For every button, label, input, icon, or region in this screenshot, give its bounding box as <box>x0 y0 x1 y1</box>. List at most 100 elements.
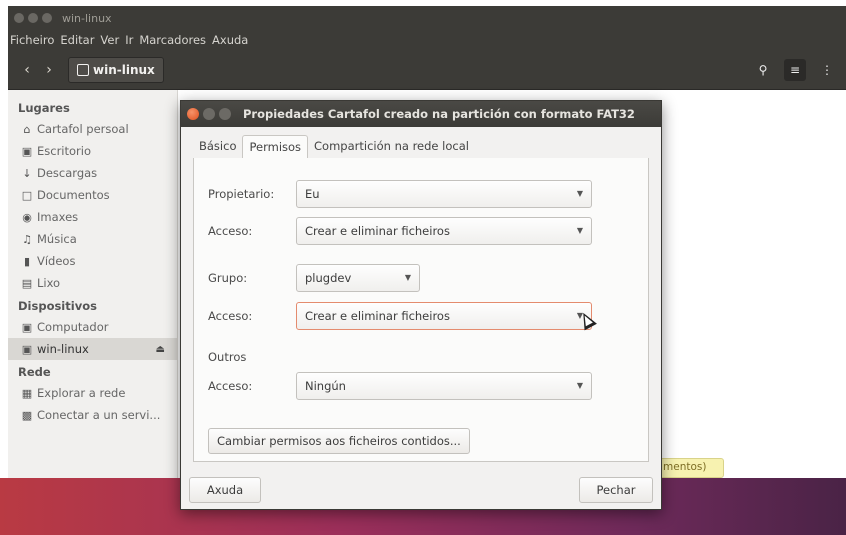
video-icon: ▮ <box>23 254 31 268</box>
menu-file[interactable]: Ficheiro <box>10 33 54 47</box>
sidebar-item-browse-network[interactable]: ▦ Explorar a rede <box>8 382 177 404</box>
sidebar-item-label: Música <box>37 232 77 246</box>
tab-permissions[interactable]: Permisos <box>242 135 309 160</box>
owner-select[interactable]: Eu ▼ <box>296 180 592 208</box>
group-access-value: Crear e eliminar ficheiros <box>305 309 450 323</box>
sidebar-item-home[interactable]: ⌂ Cartafol persoal <box>8 118 177 140</box>
status-bar-fragment: mentos) <box>658 458 724 478</box>
owner-access-select[interactable]: Crear e eliminar ficheiros ▼ <box>296 217 592 245</box>
document-icon: □ <box>21 188 33 202</box>
sidebar-header-network: Rede <box>18 365 51 379</box>
sidebar-item-computer[interactable]: ▣ Computador <box>8 316 177 338</box>
window-titlebar: win-linux <box>8 6 846 30</box>
others-access-label: Acceso: <box>208 379 253 393</box>
chevron-down-icon: ▼ <box>576 381 583 390</box>
sidebar-item-label: Vídeos <box>37 254 76 268</box>
sidebar-item-trash[interactable]: ▤ Lixo <box>8 272 177 294</box>
others-label: Outros <box>208 350 247 364</box>
music-icon: ♫ <box>22 232 32 246</box>
properties-dialog: Propiedades Cartafol creado na partición… <box>180 100 662 510</box>
group-select[interactable]: plugdev ▼ <box>296 264 420 292</box>
sidebar-item-music[interactable]: ♫ Música <box>8 228 177 250</box>
menu-go[interactable]: Ir <box>125 33 133 47</box>
tab-basic[interactable]: Básico <box>193 135 242 159</box>
permissions-panel: Propietario: Eu ▼ Acceso: Crear e elimin… <box>193 158 649 462</box>
sidebar-item-label: Computador <box>37 320 109 334</box>
sidebar-item-label: win-linux <box>37 342 89 356</box>
sidebar-item-videos[interactable]: ▮ Vídeos <box>8 250 177 272</box>
drive-icon: ▣ <box>21 342 33 356</box>
grid-view-icon[interactable]: ⋮ <box>816 59 838 81</box>
sidebar-item-label: Conectar a un servi... <box>37 408 161 422</box>
list-view-icon[interactable]: ≡ <box>784 58 806 81</box>
owner-row: Propietario: Eu ▼ <box>208 180 592 208</box>
dialog-title: Propiedades Cartafol creado na partición… <box>243 107 635 121</box>
menu-bar: Ficheiro Editar Ver Ir Marcadores Axuda <box>8 30 846 50</box>
owner-label: Propietario: <box>208 187 275 201</box>
sidebar: Lugares ⌂ Cartafol persoal ▣ Escritorio ↓ D… <box>8 90 178 478</box>
path-label: win-linux <box>93 62 155 77</box>
menu-edit[interactable]: Editar <box>60 33 94 47</box>
chevron-down-icon: ▼ <box>576 226 583 235</box>
menu-view[interactable]: Ver <box>100 33 119 47</box>
group-value: plugdev <box>305 271 352 285</box>
help-button[interactable]: Axuda <box>189 477 261 503</box>
group-row: Grupo: plugdev ▼ <box>208 264 420 292</box>
owner-access-label: Acceso: <box>208 224 253 238</box>
sidebar-item-label: Lixo <box>37 276 61 290</box>
eject-icon[interactable]: ⏏ <box>156 344 165 355</box>
network-icon: ▦ <box>21 386 33 400</box>
forward-button[interactable]: › <box>38 62 60 78</box>
drive-icon: ▣ <box>21 320 33 334</box>
sidebar-item-desktop[interactable]: ▣ Escritorio <box>8 140 177 162</box>
others-access-row: Acceso: Ningún ▼ <box>208 372 592 400</box>
others-access-select[interactable]: Ningún ▼ <box>296 372 592 400</box>
sidebar-item-documents[interactable]: □ Documentos <box>8 184 177 206</box>
desktop-icon: ▣ <box>21 144 33 158</box>
group-access-select[interactable]: Crear e eliminar ficheiros ▼ <box>296 302 592 330</box>
window-minimize-button[interactable] <box>28 13 38 23</box>
search-icon[interactable]: ⚲ <box>752 59 774 81</box>
dialog-minimize-button[interactable] <box>203 108 215 120</box>
home-icon: ⌂ <box>23 122 31 136</box>
owner-value: Eu <box>305 187 320 201</box>
back-button[interactable]: ‹ <box>16 62 38 78</box>
sidebar-item-label: Descargas <box>37 166 98 180</box>
sidebar-item-label: Explorar a rede <box>37 386 126 400</box>
owner-access-value: Crear e eliminar ficheiros <box>305 224 450 238</box>
window-maximize-button[interactable] <box>42 13 52 23</box>
sidebar-item-label: Documentos <box>37 188 110 202</box>
sidebar-item-pictures[interactable]: ◉ Imaxes <box>8 206 177 228</box>
sidebar-item-label: Cartafol persoal <box>37 122 129 136</box>
download-icon: ↓ <box>22 166 32 180</box>
sidebar-item-label: Escritorio <box>37 144 92 158</box>
drive-icon <box>77 63 89 76</box>
path-button[interactable]: win-linux <box>68 56 164 83</box>
dialog-titlebar: Propiedades Cartafol creado na partición… <box>181 101 661 127</box>
group-access-label: Acceso: <box>208 309 253 323</box>
dialog-close-button[interactable] <box>187 108 199 120</box>
sidebar-item-connect-server[interactable]: ▩ Conectar a un servi... <box>8 404 177 426</box>
window-title: win-linux <box>62 11 112 25</box>
owner-access-row: Acceso: Crear e eliminar ficheiros ▼ <box>208 217 592 245</box>
chevron-down-icon: ▼ <box>404 273 411 282</box>
dialog-maximize-button[interactable] <box>219 108 231 120</box>
sidebar-header-places: Lugares <box>18 101 70 115</box>
sidebar-header-devices: Dispositivos <box>18 299 97 313</box>
sidebar-item-downloads[interactable]: ↓ Descargas <box>8 162 177 184</box>
window-close-button[interactable] <box>14 13 24 23</box>
close-button[interactable]: Pechar <box>579 477 653 503</box>
menu-bookmarks[interactable]: Marcadores <box>139 33 206 47</box>
group-label: Grupo: <box>208 271 248 285</box>
camera-icon: ◉ <box>22 210 32 224</box>
chevron-down-icon: ▼ <box>576 189 583 198</box>
dialog-tabs: Básico Permisos Compartición na rede loc… <box>193 135 649 160</box>
menu-help[interactable]: Axuda <box>212 33 248 47</box>
toolbar: ‹ › win-linux ⚲ ≡ ⋮ <box>8 50 846 90</box>
change-permissions-button[interactable]: Cambiar permisos aos ficheiros contidos.… <box>208 428 470 454</box>
tab-sharing[interactable]: Compartición na rede local <box>308 135 475 159</box>
sidebar-item-label: Imaxes <box>37 210 79 224</box>
sidebar-item-win-linux[interactable]: ▣ win-linux ⏏ <box>8 338 177 360</box>
group-access-row: Acceso: Crear e eliminar ficheiros ▼ <box>208 302 592 330</box>
others-access-value: Ningún <box>305 379 346 393</box>
